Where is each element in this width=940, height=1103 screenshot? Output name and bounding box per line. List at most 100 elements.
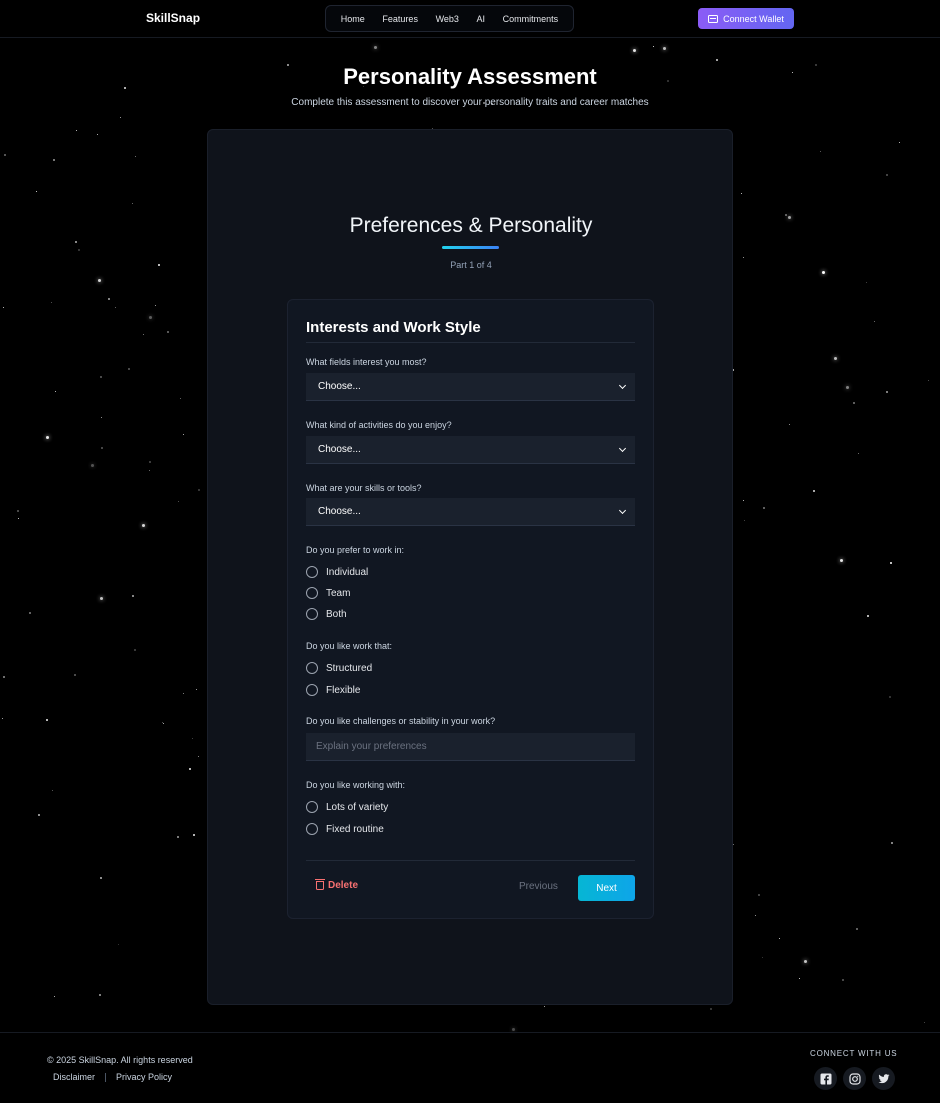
preferences-input[interactable] bbox=[306, 733, 635, 761]
nav-link-web3[interactable]: Web3 bbox=[436, 14, 459, 24]
star bbox=[149, 461, 151, 463]
radio-fixed-routine[interactable]: Fixed routine bbox=[306, 823, 384, 835]
star bbox=[743, 500, 744, 501]
radio-circle[interactable] bbox=[306, 587, 318, 599]
nav-link-ai[interactable]: AI bbox=[477, 14, 486, 24]
star bbox=[192, 738, 193, 739]
star bbox=[890, 562, 892, 564]
form-card: Interests and Work Style What fields int… bbox=[287, 299, 654, 919]
star bbox=[183, 434, 184, 435]
form-title: Interests and Work Style bbox=[306, 319, 481, 336]
star bbox=[889, 696, 891, 698]
radio-circle[interactable] bbox=[306, 823, 318, 835]
next-button[interactable]: Next bbox=[578, 875, 635, 901]
star bbox=[189, 768, 191, 770]
star bbox=[755, 915, 756, 916]
star bbox=[924, 1022, 925, 1023]
star bbox=[788, 216, 791, 219]
star bbox=[733, 844, 734, 845]
connect-wallet-button[interactable]: Connect Wallet bbox=[698, 8, 794, 29]
star bbox=[544, 1006, 545, 1007]
star bbox=[155, 305, 156, 306]
nav-link-home[interactable]: Home bbox=[341, 14, 365, 24]
radio-label: Flexible bbox=[326, 684, 361, 696]
star bbox=[99, 994, 101, 996]
star bbox=[743, 257, 744, 258]
working-with-question-label: Do you like working with: bbox=[306, 780, 406, 790]
star bbox=[804, 960, 807, 963]
chevron-down-icon bbox=[618, 444, 627, 452]
star bbox=[177, 836, 179, 838]
instagram-icon bbox=[848, 1072, 861, 1085]
star bbox=[3, 307, 4, 308]
star bbox=[866, 282, 867, 283]
star bbox=[891, 842, 893, 844]
twitter-button[interactable] bbox=[872, 1067, 895, 1090]
radio-structured[interactable]: Structured bbox=[306, 662, 372, 674]
star bbox=[3, 676, 5, 678]
star bbox=[167, 331, 169, 333]
star bbox=[853, 402, 855, 404]
nav-link-features[interactable]: Features bbox=[382, 14, 418, 24]
star bbox=[180, 398, 181, 399]
skills-question-label: What are your skills or tools? bbox=[306, 483, 422, 493]
star bbox=[163, 723, 164, 724]
skills-select[interactable]: Choose... bbox=[306, 498, 635, 526]
radio-circle[interactable] bbox=[306, 662, 318, 674]
divider bbox=[306, 860, 635, 861]
star bbox=[29, 612, 31, 614]
chevron-down-icon bbox=[618, 506, 627, 514]
instagram-button[interactable] bbox=[843, 1067, 866, 1090]
star bbox=[779, 938, 780, 939]
star bbox=[762, 957, 763, 958]
brand-logo[interactable]: SkillSnap bbox=[146, 11, 200, 25]
privacy-policy-link[interactable]: Privacy Policy bbox=[116, 1072, 172, 1082]
star bbox=[846, 386, 849, 389]
fields-select[interactable]: Choose... bbox=[306, 373, 635, 401]
star bbox=[858, 453, 859, 454]
star bbox=[834, 357, 837, 360]
work-type-question-label: Do you like work that: bbox=[306, 641, 393, 651]
radio-circle[interactable] bbox=[306, 566, 318, 578]
nav-link-commitments[interactable]: Commitments bbox=[503, 14, 559, 24]
facebook-button[interactable] bbox=[814, 1067, 837, 1090]
star bbox=[46, 719, 48, 721]
star bbox=[4, 154, 6, 156]
radio-lots-of-variety[interactable]: Lots of variety bbox=[306, 801, 388, 813]
activities-question-label: What kind of activities do you enjoy? bbox=[306, 420, 452, 430]
trash-icon bbox=[315, 879, 325, 890]
radio-team[interactable]: Team bbox=[306, 587, 350, 599]
star bbox=[134, 649, 136, 651]
disclaimer-link[interactable]: Disclaimer bbox=[53, 1072, 95, 1082]
radio-both[interactable]: Both bbox=[306, 608, 347, 620]
star bbox=[78, 249, 80, 251]
radio-circle[interactable] bbox=[306, 608, 318, 620]
radio-label: Fixed routine bbox=[326, 823, 384, 835]
page-subtitle: Complete this assessment to discover you… bbox=[291, 97, 649, 108]
social-links bbox=[814, 1067, 895, 1090]
delete-button[interactable]: Delete bbox=[315, 879, 358, 891]
star bbox=[193, 834, 195, 836]
nav-links: Home Features Web3 AI Commitments bbox=[325, 5, 574, 32]
star bbox=[663, 47, 666, 50]
radio-circle[interactable] bbox=[306, 684, 318, 696]
star bbox=[38, 814, 40, 816]
star bbox=[91, 464, 94, 467]
radio-individual[interactable]: Individual bbox=[306, 566, 368, 578]
navbar: SkillSnap Home Features Web3 AI Commitme… bbox=[0, 0, 940, 38]
radio-circle[interactable] bbox=[306, 801, 318, 813]
copyright-text: © 2025 SkillSnap. All rights reserved bbox=[47, 1055, 193, 1065]
activities-select[interactable]: Choose... bbox=[306, 436, 635, 464]
star bbox=[120, 117, 121, 118]
star bbox=[874, 321, 875, 322]
star bbox=[100, 877, 102, 879]
previous-button[interactable]: Previous bbox=[519, 881, 558, 892]
radio-label: Team bbox=[326, 587, 351, 599]
radio-label: Structured bbox=[326, 662, 373, 674]
connect-with-us-label: CONNECT WITH US bbox=[810, 1049, 898, 1058]
star bbox=[53, 159, 55, 161]
star bbox=[162, 722, 163, 723]
activities-select-value: Choose... bbox=[318, 444, 361, 455]
star bbox=[143, 334, 144, 335]
radio-flexible[interactable]: Flexible bbox=[306, 684, 360, 696]
